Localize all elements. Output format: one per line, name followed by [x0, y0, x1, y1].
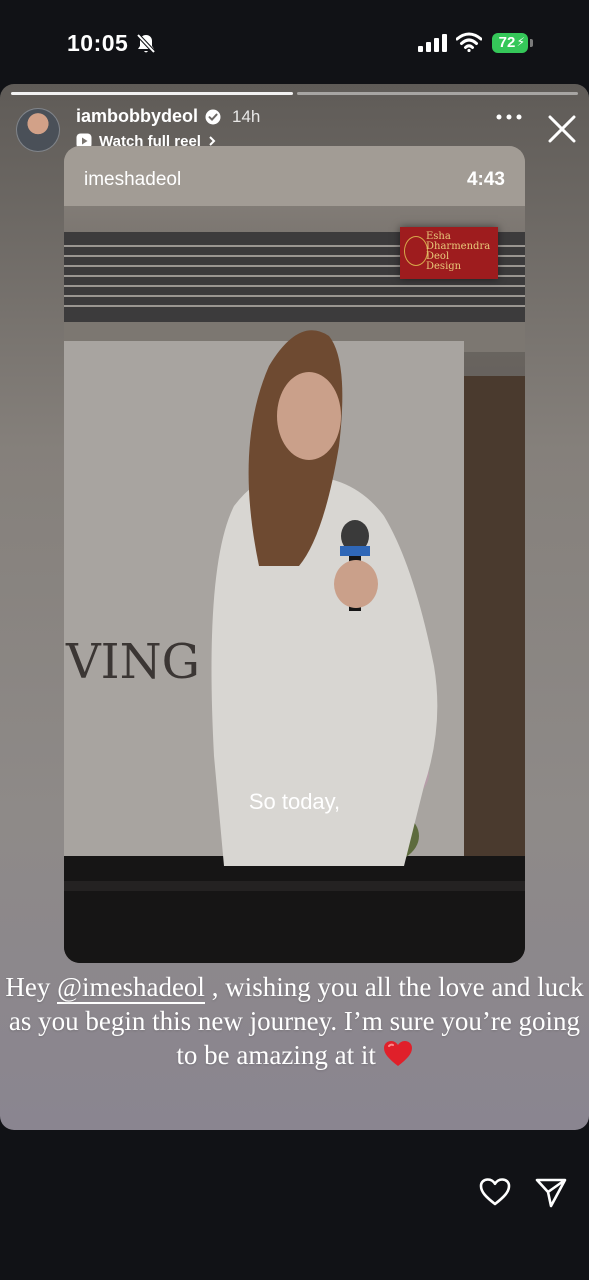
- brand-logo-sign: Esha Dharmendra Deol Design: [400, 227, 498, 279]
- more-options-icon[interactable]: [496, 114, 522, 120]
- reel-author[interactable]: imeshadeol: [84, 169, 181, 191]
- story-mention[interactable]: @imeshadeol: [57, 972, 205, 1004]
- story-card[interactable]: iambobbydeol 14h Watch full reel VING Es…: [0, 84, 589, 1130]
- red-heart-emoji-icon: [383, 1041, 412, 1066]
- story-text-before: Hey: [5, 972, 58, 1002]
- story-text: Hey @imeshadeol , wishing you all the lo…: [0, 970, 589, 1072]
- close-icon[interactable]: [547, 114, 577, 144]
- status-bar: 10:05 72 ⚡: [0, 0, 589, 84]
- story-time-ago: 14h: [232, 107, 261, 126]
- svg-text:VING: VING: [65, 634, 200, 690]
- story-username[interactable]: iambobbydeol: [76, 106, 198, 127]
- story-progress-segment: [11, 92, 293, 95]
- wifi-icon: [456, 32, 482, 52]
- send-icon[interactable]: [534, 1177, 568, 1209]
- cellular-signal-icon: [418, 34, 447, 52]
- avatar[interactable]: [16, 108, 60, 152]
- battery-charging-icon: 72 ⚡: [492, 33, 528, 53]
- reel-duration: 4:43: [466, 169, 505, 190]
- heart-icon[interactable]: [478, 1177, 512, 1207]
- status-time: 10:05: [67, 30, 129, 56]
- brand-logo-text: Esha Dharmendra Deol Design: [426, 231, 491, 272]
- bolt-icon: ⚡: [516, 35, 525, 49]
- battery-cap: [530, 39, 533, 47]
- story-progress-segment: [297, 92, 578, 95]
- bell-slash-icon: [136, 33, 156, 54]
- logo-seal: [404, 236, 428, 266]
- reel-video[interactable]: VING Esha Dharmendra Deol Design imeshad…: [64, 146, 525, 963]
- reel-caption: So today,: [248, 789, 341, 814]
- verified-badge-icon: [205, 109, 221, 125]
